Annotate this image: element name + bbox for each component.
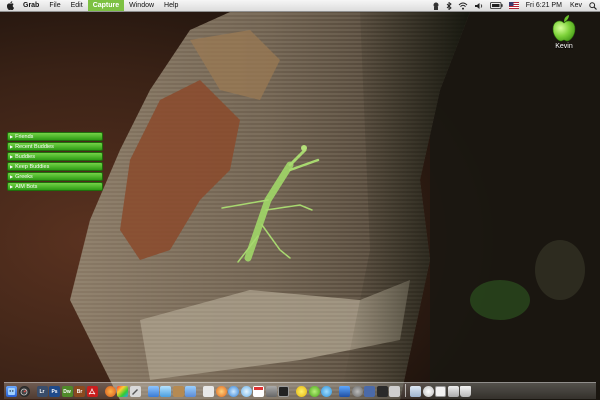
lightroom-icon[interactable]: Lr — [36, 386, 48, 397]
buddy-group-aim-bots[interactable]: ▶ AIM Bots — [7, 182, 103, 191]
menu-window[interactable]: Window — [124, 0, 159, 11]
disclosure-arrow-icon: ▶ — [10, 184, 14, 189]
firefox-globe-icon[interactable] — [215, 386, 227, 397]
disclosure-arrow-icon: ▶ — [10, 154, 14, 159]
documents-icon[interactable] — [435, 386, 446, 397]
battery-icon[interactable] — [487, 0, 506, 11]
menu-app-name[interactable]: Grab — [18, 0, 44, 11]
disclosure-arrow-icon: ▶ — [10, 144, 14, 149]
buddy-group-label: Friends — [15, 133, 34, 140]
menu-bar: Grab File Edit Capture Window Help Fri 6… — [0, 0, 600, 12]
buddy-group-label: Recent Buddies — [15, 143, 54, 150]
dreamweaver-icon[interactable]: Dw — [61, 386, 73, 397]
green-apple-drive-icon — [552, 15, 576, 42]
input-flag-icon[interactable] — [506, 0, 522, 11]
menu-file[interactable]: File — [44, 0, 65, 11]
server-app-icon[interactable] — [364, 386, 375, 397]
bluetooth-icon[interactable] — [443, 0, 455, 11]
dock-separator — [404, 384, 406, 397]
dock: Lr Ps Dw Br — [4, 382, 596, 399]
acrobat-icon[interactable] — [86, 386, 98, 397]
system-preferences-icon[interactable] — [265, 386, 277, 397]
preview-icon[interactable] — [203, 386, 214, 397]
bridge-icon[interactable]: Br — [74, 386, 85, 397]
apple-icon[interactable] — [4, 1, 18, 10]
menu-capture[interactable]: Capture — [87, 0, 125, 11]
disclosure-arrow-icon: ▶ — [10, 134, 14, 139]
smiley-app-icon[interactable] — [296, 386, 307, 397]
buddy-group-recent-buddies[interactable]: ▶ Recent Buddies — [7, 142, 103, 151]
photoshop-icon[interactable]: Ps — [49, 386, 60, 397]
buddy-group-label: Keep Buddies — [15, 163, 50, 170]
desktop-wallpaper — [0, 0, 600, 400]
mail-icon[interactable] — [147, 386, 159, 397]
colorful-app-icon[interactable] — [117, 386, 128, 397]
volume-icon[interactable] — [471, 0, 487, 11]
desktop-drive-kevin[interactable]: Kevin — [546, 14, 582, 50]
applications-folder-icon[interactable] — [410, 386, 421, 397]
script-editor-icon[interactable] — [129, 386, 141, 397]
disclosure-arrow-icon: ▶ — [10, 164, 14, 169]
menu-extras: Fri 6:21 PM Kev — [429, 0, 600, 11]
network-app-icon[interactable] — [339, 386, 350, 397]
trash-icon[interactable] — [460, 386, 471, 397]
buddy-group-keep-buddies[interactable]: ▶ Keep Buddies — [7, 162, 103, 171]
menu-clock[interactable]: Fri 6:21 PM — [522, 0, 566, 11]
buddy-group-friends[interactable]: ▶ Friends — [7, 132, 103, 141]
finder-icon[interactable] — [6, 386, 17, 397]
activity-monitor-icon[interactable] — [376, 386, 388, 397]
menu-help[interactable]: Help — [159, 0, 183, 11]
firefox-icon[interactable] — [104, 386, 116, 397]
buddy-list-panel: ▶ Friends ▶ Recent Buddies ▶ Buddies ▶ K… — [7, 132, 103, 192]
buddy-group-label: Greeks — [15, 173, 33, 180]
grab-icon[interactable] — [389, 386, 400, 397]
safari-icon[interactable] — [228, 386, 239, 397]
dashboard-icon[interactable] — [18, 386, 30, 397]
buddy-group-buddies[interactable]: ▶ Buddies — [7, 152, 103, 161]
calendar-icon[interactable] — [253, 386, 264, 397]
gear-icon[interactable] — [351, 386, 363, 397]
buddy-group-label: AIM Bots — [15, 183, 38, 190]
menu-user[interactable]: Kev — [566, 0, 586, 11]
wifi-icon[interactable] — [455, 0, 471, 11]
adium-icon[interactable] — [308, 386, 320, 397]
buddy-group-greeks[interactable]: ▶ Greeks — [7, 172, 103, 181]
terminal-icon[interactable] — [278, 386, 289, 397]
desktop-icon-label: Kevin — [555, 43, 573, 50]
photo-app-icon[interactable] — [185, 386, 196, 397]
menu-edit[interactable]: Edit — [66, 0, 88, 11]
downloads-icon[interactable] — [447, 386, 459, 397]
buddy-group-label: Buddies — [15, 153, 35, 160]
disclosure-arrow-icon: ▶ — [10, 174, 14, 179]
itunes-icon[interactable] — [240, 386, 252, 397]
grab-status-icon[interactable] — [429, 0, 443, 11]
spotlight-icon[interactable] — [586, 0, 600, 11]
ichat-icon[interactable] — [160, 386, 171, 397]
lightbulb-icon[interactable] — [422, 386, 434, 397]
skype-icon[interactable] — [321, 386, 332, 397]
address-book-icon[interactable] — [172, 386, 184, 397]
